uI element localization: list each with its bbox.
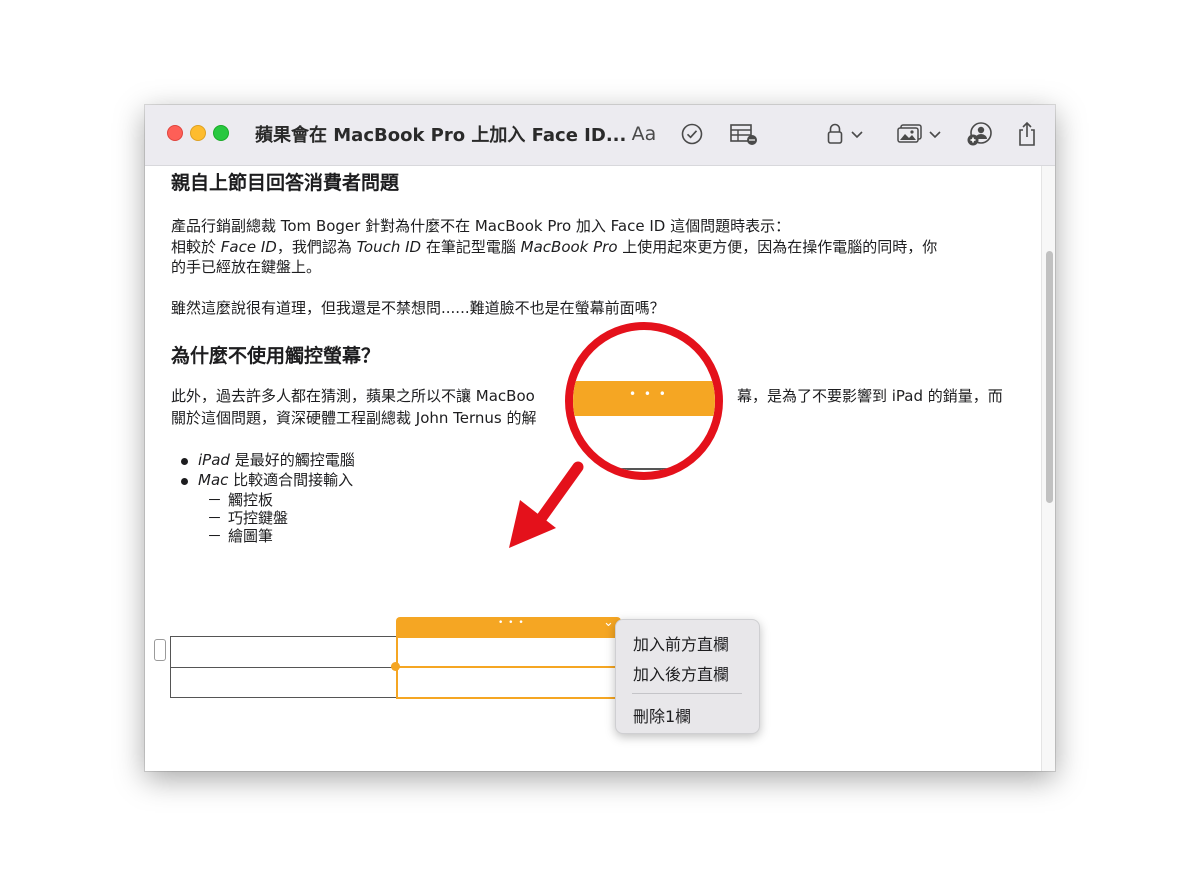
pointer-arrow (509, 461, 584, 548)
